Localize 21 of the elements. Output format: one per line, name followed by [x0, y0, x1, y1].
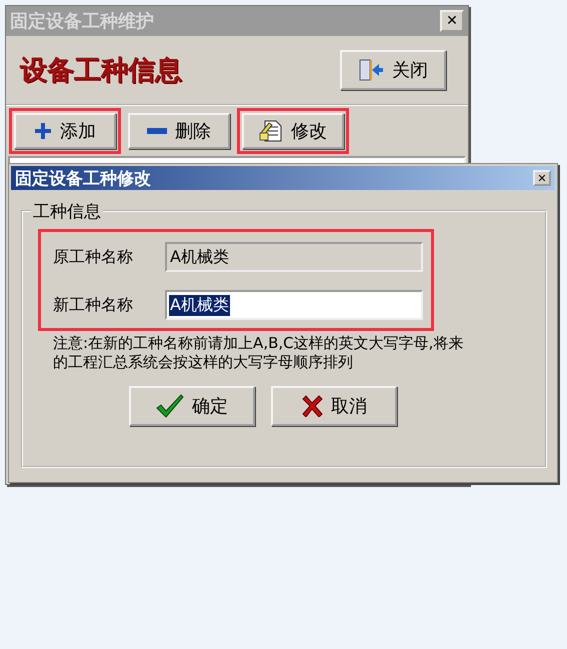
dialog-button[interactable]: 取消 [271, 386, 397, 426]
field-label: 新工种名称 [53, 294, 134, 316]
toolbar-button[interactable]: 修改 [242, 113, 344, 149]
dialog-title: 固定设备工种修改 [15, 168, 151, 190]
minus-icon [147, 127, 167, 135]
check-icon [156, 394, 184, 418]
close-button[interactable]: ✕ [533, 170, 551, 186]
edit-document-icon [259, 119, 283, 143]
exit-door-icon [358, 58, 384, 82]
toolbar-button[interactable]: 添加 [14, 113, 116, 149]
cross-icon [301, 395, 323, 417]
input-field[interactable]: A机械类 [165, 290, 423, 320]
toolbar-button[interactable]: 删除 [128, 113, 230, 149]
close-button[interactable]: ✕ [440, 10, 464, 32]
plus-icon [34, 122, 52, 140]
field-label: 原工种名称 [53, 246, 134, 268]
note-text: 注意:在新的工种名称前请加上A,B,C这样的英文大写字母,将来的工程汇总系统会按这样的大写字母顺序排列 [53, 334, 464, 372]
dialog-button[interactable]: 确定 [129, 386, 255, 426]
window-title: 固定设备工种维护 [10, 10, 154, 33]
close-button[interactable]: 关闭 [340, 50, 446, 90]
page-heading: 设备工种信息 [20, 54, 182, 88]
